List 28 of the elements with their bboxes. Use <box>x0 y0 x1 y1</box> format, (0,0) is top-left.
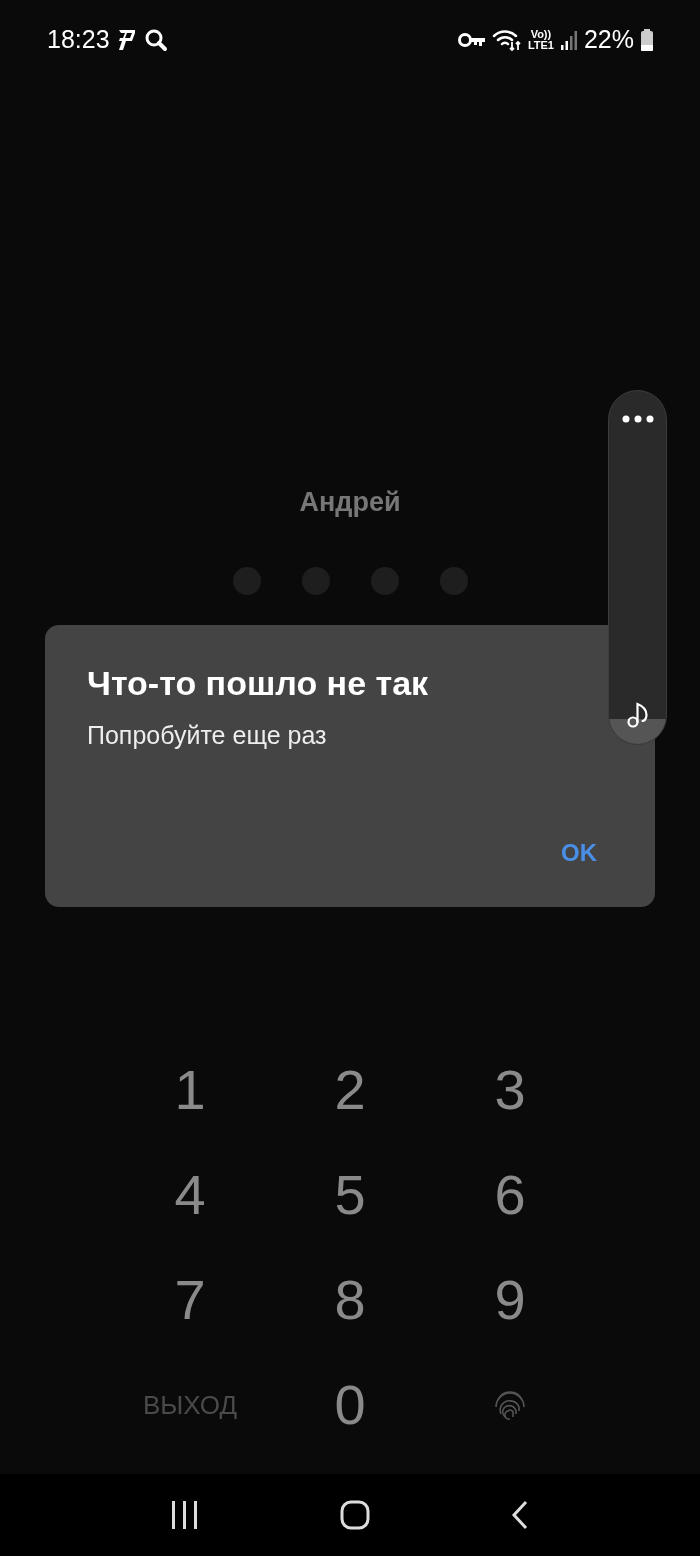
dialog-title: Что-то пошло не так <box>87 663 430 703</box>
keypad-key[interactable]: 5 <box>334 1166 366 1223</box>
keypad-key[interactable]: 4 <box>174 1166 206 1223</box>
dialog-message: Попробуйте еще раз <box>87 720 328 751</box>
volte-label: Vo)) <box>530 29 552 40</box>
lte-label: LTE1 <box>527 40 554 51</box>
keypad-key[interactable]: 7 <box>174 1271 206 1328</box>
wifi-icon <box>491 28 522 52</box>
keypad-key[interactable]: 8 <box>334 1271 366 1328</box>
keypad-key[interactable]: 2 <box>334 1061 366 1118</box>
keypad-key[interactable]: 1 <box>174 1061 206 1118</box>
key-icon <box>457 31 486 49</box>
keypad-key[interactable]: 3 <box>494 1061 526 1118</box>
battery-percent: 22% <box>583 24 634 56</box>
recent-apps-icon[interactable] <box>170 1501 200 1529</box>
home-icon[interactable] <box>340 1500 370 1530</box>
search-icon <box>143 28 168 52</box>
user-name: Андрей <box>299 486 401 519</box>
ok-button[interactable]: OK <box>561 835 597 871</box>
keypad-key[interactable]: 6 <box>494 1166 526 1223</box>
status-time: 18:23 <box>47 24 110 56</box>
signal-icon <box>559 29 578 51</box>
music-note-icon <box>626 702 649 728</box>
more-icon[interactable] <box>621 415 654 423</box>
keypad-key[interactable]: 0 <box>334 1376 366 1433</box>
keypad-key[interactable]: 9 <box>494 1271 526 1328</box>
battery-icon <box>640 28 654 52</box>
back-icon[interactable] <box>510 1500 530 1530</box>
